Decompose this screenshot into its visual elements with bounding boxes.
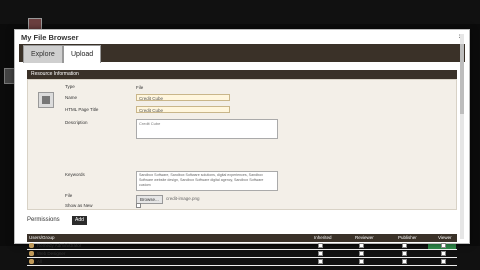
user-name: Remedy Administrator	[37, 243, 82, 248]
user-icon	[29, 251, 34, 256]
user-icon	[29, 243, 34, 248]
permissions-header: Users/Group Inherited Reviewer Publisher…	[27, 234, 457, 242]
tab-explore[interactable]: Explore	[23, 45, 63, 63]
tab-upload[interactable]: Upload	[63, 45, 102, 63]
col-viewer: Viewer	[438, 235, 452, 240]
col-inherited: Inherited	[314, 235, 332, 240]
type-value: File	[136, 85, 144, 90]
viewer-checkbox[interactable]	[441, 259, 446, 264]
background-top	[0, 0, 480, 24]
publisher-checkbox[interactable]	[402, 251, 407, 256]
name-field[interactable]: Credit Cube	[136, 94, 230, 101]
add-permission-button[interactable]: Add	[72, 216, 87, 225]
description-field[interactable]: Credit Cube	[136, 119, 278, 139]
name-label: Name	[65, 95, 78, 100]
user-name: All	[37, 259, 43, 264]
type-label: Type	[65, 84, 75, 89]
col-users-group: Users/Group	[29, 235, 55, 240]
scrollbar-thumb[interactable]	[460, 44, 464, 114]
col-reviewer: Reviewer	[355, 235, 374, 240]
file-icon	[38, 92, 54, 108]
vertical-scrollbar[interactable]	[460, 34, 464, 239]
publisher-checkbox[interactable]	[402, 259, 407, 264]
reviewer-checkbox[interactable]	[359, 251, 364, 256]
file-browser-dialog: My File Browser × Explore Upload Resourc…	[14, 29, 470, 266]
publisher-checkbox[interactable]	[402, 243, 407, 248]
show-as-new-checkbox[interactable]	[136, 203, 141, 208]
reviewer-checkbox[interactable]	[359, 243, 364, 248]
show-as-new-label: Show as New	[65, 203, 93, 208]
html-title-label: HTML Page Title	[65, 107, 99, 112]
permissions-title: Permissions	[27, 217, 60, 223]
file-label: File	[65, 193, 73, 198]
viewer-checkbox[interactable]	[441, 243, 446, 248]
resource-info-panel: Type File Name Credit Cube HTML Page Tit…	[27, 79, 457, 210]
reviewer-checkbox[interactable]	[359, 259, 364, 264]
file-name: credit-image.png	[166, 196, 200, 201]
keywords-label: Keywords	[65, 172, 85, 177]
inherited-checkbox[interactable]	[318, 259, 323, 264]
viewer-checkbox[interactable]	[441, 251, 446, 256]
inherited-checkbox[interactable]	[318, 243, 323, 248]
permissions-table: Users/Group Inherited Reviewer Publisher…	[27, 234, 457, 266]
table-row: Remedy Administrator	[27, 242, 457, 250]
tab-bar: Explore Upload	[19, 44, 465, 63]
keywords-field[interactable]: Sandbox Software, Sandbox Software solut…	[136, 171, 278, 191]
user-icon	[29, 259, 34, 264]
user-name: Web Designer	[37, 251, 66, 256]
inherited-checkbox[interactable]	[318, 251, 323, 256]
html-title-field[interactable]: Credit Cube	[136, 106, 230, 113]
col-publisher: Publisher	[398, 235, 417, 240]
dialog-title: My File Browser	[21, 33, 79, 42]
table-row: Web Designer	[27, 250, 457, 258]
table-row: All	[27, 258, 457, 266]
description-label: Description	[65, 120, 88, 125]
resource-info-header: Resource Information	[27, 70, 457, 79]
